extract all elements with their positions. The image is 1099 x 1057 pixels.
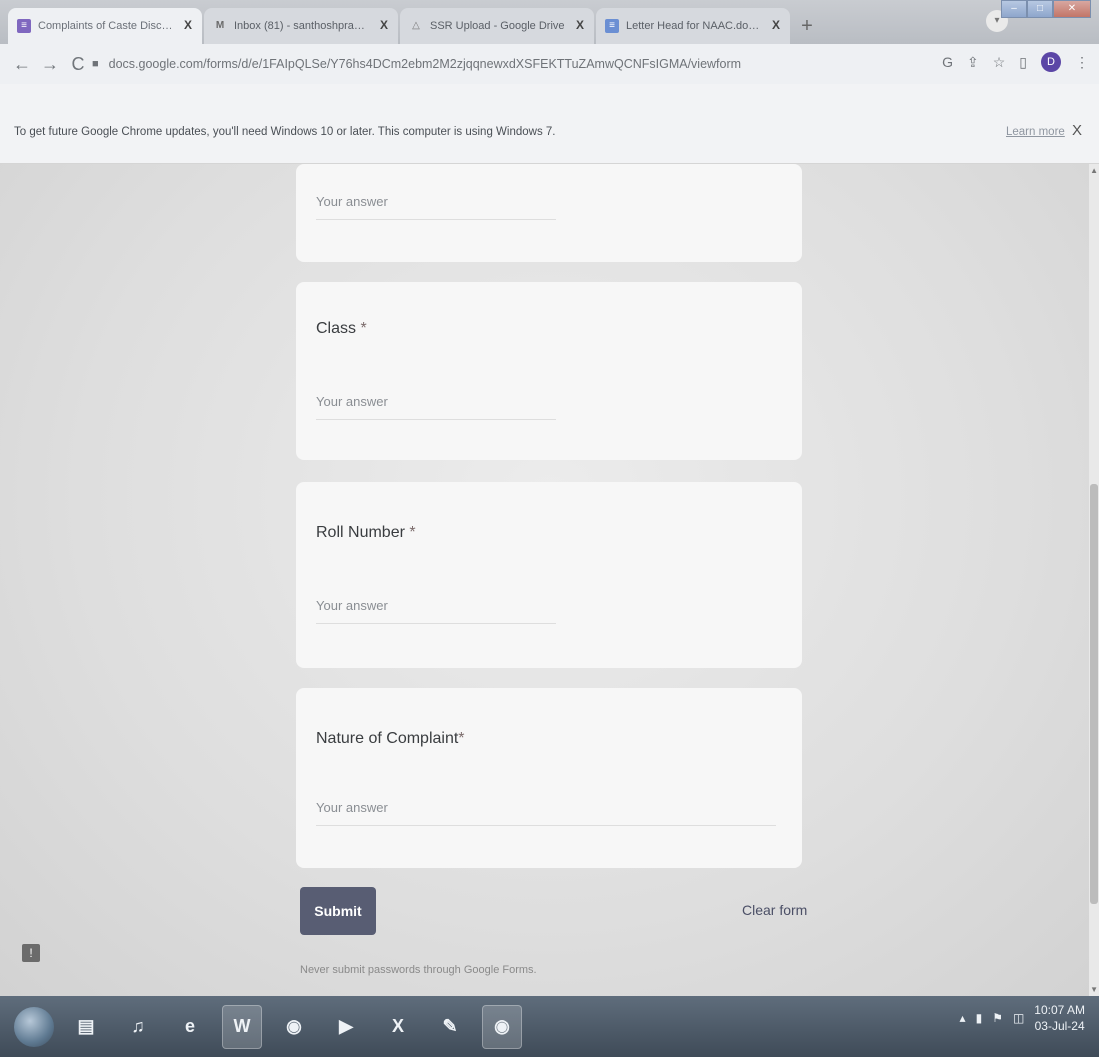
close-tab-icon[interactable]: X xyxy=(576,18,584,32)
media-player-icon[interactable]: ▶ xyxy=(326,1005,366,1049)
window-controls: – □ ✕ xyxy=(1001,0,1091,18)
more-menu-icon[interactable]: ⋮ xyxy=(1075,54,1089,71)
tab-title: Letter Head for NAAC.docx - Go xyxy=(626,20,762,32)
tab-google-drive[interactable]: △ SSR Upload - Google Drive X xyxy=(400,8,594,44)
show-hidden-icons-icon[interactable]: ▴ xyxy=(960,1011,966,1025)
tab-title: SSR Upload - Google Drive xyxy=(430,20,565,32)
windows-taskbar: ▤ ♫ e W ◉ ▶ X ✎ ◉ ▴ ▮ ⚑ ◫ 10:07 AM 03-Ju… xyxy=(0,996,1099,1057)
google-docs-icon: ≡ xyxy=(605,19,619,33)
clock-time: 10:07 AM xyxy=(1034,1003,1085,1017)
google-forms-icon: ≡ xyxy=(17,19,31,33)
close-infobar-icon[interactable]: X xyxy=(1072,122,1082,139)
answer-input[interactable]: Your answer xyxy=(316,194,556,220)
clock-date: 03-Jul-24 xyxy=(1034,1019,1085,1033)
clear-form-button[interactable]: Clear form xyxy=(742,902,807,918)
browser-toolbar: ← → C ■ docs.google.com/forms/d/e/1FAIpQ… xyxy=(0,44,1099,84)
action-center-flag-icon[interactable]: ⚑ xyxy=(992,1011,1003,1025)
question-card-nature-of-complaint: Nature of Complaint* Your answer xyxy=(296,688,802,868)
maximize-icon[interactable]: □ xyxy=(1027,0,1053,18)
submit-button[interactable]: Submit xyxy=(300,887,376,935)
tab-title: Inbox (81) - santhoshprabhu@ xyxy=(234,20,370,32)
side-panel-icon[interactable]: ▯ xyxy=(1019,54,1027,71)
internet-explorer-icon[interactable]: e xyxy=(170,1005,210,1049)
paint-icon[interactable]: ✎ xyxy=(430,1005,470,1049)
infobar-message: To get future Google Chrome updates, you… xyxy=(14,126,556,138)
tab-title: Complaints of Caste Discrimina xyxy=(38,20,174,32)
question-card-previous: Your answer xyxy=(296,164,802,262)
start-button[interactable] xyxy=(14,1006,54,1047)
tab-gmail-inbox[interactable]: M Inbox (81) - santhoshprabhu@ X xyxy=(204,8,398,44)
chrome-profile-icon[interactable]: ◉ xyxy=(482,1004,522,1049)
complaint-answer-input[interactable]: Your answer xyxy=(316,800,776,826)
network-icon[interactable]: ▮ xyxy=(976,1011,983,1025)
close-tab-icon[interactable]: X xyxy=(772,18,780,32)
excel-icon[interactable]: X xyxy=(378,1005,418,1049)
minimize-icon[interactable]: – xyxy=(1001,0,1027,18)
address-bar[interactable]: ■ docs.google.com/forms/d/e/1FAIpQLSe/Y7… xyxy=(92,50,932,78)
close-window-icon[interactable]: ✕ xyxy=(1053,0,1091,18)
new-tab-button[interactable]: + xyxy=(792,8,822,44)
question-title: Class * xyxy=(316,320,367,337)
lock-icon[interactable]: ■ xyxy=(92,58,99,70)
taskbar-clock[interactable]: 10:07 AM 03-Jul-24 xyxy=(1034,1002,1085,1034)
question-card-class: Class * Your answer xyxy=(296,282,802,460)
scroll-up-arrow-icon[interactable]: ▲ xyxy=(1090,166,1098,175)
forward-icon[interactable]: → xyxy=(38,54,62,75)
back-icon[interactable]: ← xyxy=(10,54,34,75)
question-title: Roll Number * xyxy=(316,524,416,541)
question-card-roll-number: Roll Number * Your answer xyxy=(296,482,802,668)
profile-avatar[interactable]: D xyxy=(1041,52,1061,72)
scrollbar-thumb[interactable] xyxy=(1090,484,1098,904)
speaker-icon[interactable]: ◫ xyxy=(1013,1011,1024,1025)
toolbar-actions: G ⇪ ☆ ▯ D ⋮ xyxy=(942,52,1089,72)
chrome-icon[interactable]: ◉ xyxy=(274,1005,314,1049)
close-tab-icon[interactable]: X xyxy=(380,18,388,32)
update-infobar: To get future Google Chrome updates, you… xyxy=(0,84,1099,164)
gmail-icon: M xyxy=(215,20,225,31)
tab-complaints-form[interactable]: ≡ Complaints of Caste Discrimina X xyxy=(8,8,202,44)
tab-google-docs[interactable]: ≡ Letter Head for NAAC.docx - Go X xyxy=(596,8,790,44)
class-answer-input[interactable]: Your answer xyxy=(316,394,556,420)
reload-icon[interactable]: C xyxy=(66,54,90,75)
report-feedback-icon[interactable]: ! xyxy=(22,944,40,962)
google-icon[interactable]: G xyxy=(942,54,953,70)
url-text: docs.google.com/forms/d/e/1FAIpQLSe/Y76h… xyxy=(108,57,742,71)
word-icon[interactable]: W xyxy=(222,1004,262,1049)
form-page: Your answer Class * Your answer Roll Num… xyxy=(0,164,1099,996)
system-tray: ▴ ▮ ⚑ ◫ 10:07 AM 03-Jul-24 xyxy=(960,1002,1085,1034)
question-title: Nature of Complaint* xyxy=(316,730,465,747)
share-icon[interactable]: ⇪ xyxy=(967,54,979,71)
password-warning-note: Never submit passwords through Google Fo… xyxy=(300,964,537,976)
browser-tab-strip: ≡ Complaints of Caste Discrimina X M Inb… xyxy=(0,0,1099,44)
page-scrollbar[interactable]: ▲ ▼ xyxy=(1089,164,1099,996)
google-drive-icon: △ xyxy=(412,20,420,31)
scroll-down-arrow-icon[interactable]: ▼ xyxy=(1090,985,1098,994)
bookmark-star-icon[interactable]: ☆ xyxy=(993,54,1006,71)
learn-more-link[interactable]: Learn more xyxy=(1006,126,1065,138)
media-app-icon[interactable]: ♫ xyxy=(118,1005,158,1049)
close-tab-icon[interactable]: X xyxy=(184,18,192,32)
file-explorer-icon[interactable]: ▤ xyxy=(66,1005,106,1049)
roll-number-answer-input[interactable]: Your answer xyxy=(316,598,556,624)
